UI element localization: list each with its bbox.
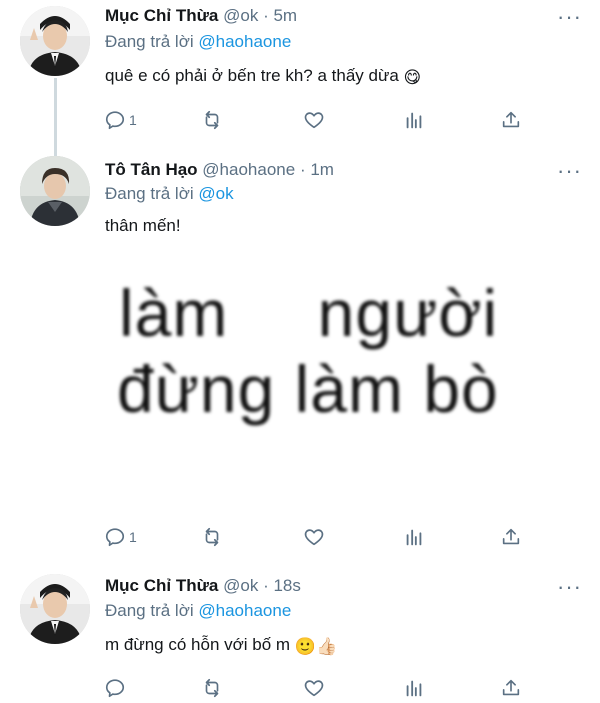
- replying-to: Đang trả lời @haohaone: [105, 32, 291, 52]
- tweet-header: Mục Chỉ Thừa @ok · 5m: [105, 6, 297, 26]
- media-text-line-1: làm người: [119, 276, 499, 351]
- reply-button[interactable]: 1: [104, 522, 137, 552]
- reply-icon: [105, 679, 125, 698]
- analytics-icon: [406, 112, 422, 129]
- like-button[interactable]: [303, 673, 325, 703]
- tweet-text: quê e có phải ở bến tre kh? a thấy dừa 😋: [105, 66, 421, 88]
- profile-photo-icon: [20, 574, 90, 644]
- reply-prefix: Đang trả lời: [105, 32, 194, 51]
- like-icon: [304, 680, 324, 697]
- reply-prefix: Đang trả lời: [105, 184, 194, 203]
- handle[interactable]: @ok: [223, 576, 258, 595]
- emoji: 🙂👍🏻: [294, 637, 338, 656]
- reply-mention-link[interactable]: @haohaone: [198, 601, 291, 620]
- display-name[interactable]: Mục Chỉ Thừa: [105, 576, 218, 595]
- retweet-button[interactable]: [201, 673, 223, 703]
- share-icon: [502, 111, 520, 128]
- timestamp[interactable]: 18s: [273, 576, 300, 595]
- share-button[interactable]: [500, 522, 522, 552]
- retweet-icon: [205, 527, 219, 547]
- reply-count: 1: [129, 529, 137, 545]
- tweet-text: thân mến!: [105, 216, 181, 236]
- like-icon: [304, 112, 324, 129]
- avatar[interactable]: [20, 574, 90, 644]
- media-text-line-2: đừng làm bò: [117, 352, 499, 426]
- profile-photo-icon: [20, 156, 90, 226]
- profile-photo-icon: [20, 6, 90, 76]
- share-icon: [502, 679, 520, 696]
- share-button[interactable]: [500, 105, 522, 135]
- analytics-button[interactable]: [403, 673, 425, 703]
- more-dots-icon[interactable]: ···: [557, 6, 582, 28]
- separator: ·: [263, 576, 269, 595]
- timestamp[interactable]: 5m: [273, 6, 297, 25]
- reply-icon: [105, 111, 125, 130]
- share-button[interactable]: [500, 673, 522, 703]
- share-icon: [502, 528, 520, 545]
- tweet-2[interactable]: Tô Tân Hạo @haohaone · 1m ··· Đang trả l…: [0, 150, 600, 570]
- reply-mention-link[interactable]: @haohaone: [198, 32, 291, 51]
- reply-prefix: Đang trả lời: [105, 601, 194, 620]
- replying-to: Đang trả lời @haohaone: [105, 601, 291, 621]
- display-name[interactable]: Tô Tân Hạo: [105, 160, 198, 179]
- tweet-header: Tô Tân Hạo @haohaone · 1m: [105, 160, 334, 180]
- separator: ·: [299, 160, 306, 179]
- reply-icon: [105, 528, 125, 547]
- analytics-icon: [406, 680, 422, 697]
- like-button[interactable]: [303, 105, 325, 135]
- action-bar: 1: [0, 522, 600, 552]
- analytics-button[interactable]: [403, 522, 425, 552]
- retweet-icon: [205, 678, 219, 698]
- action-bar: [0, 673, 600, 703]
- timestamp[interactable]: 1m: [310, 160, 334, 179]
- tweet-media-image[interactable]: làm người đừng làm bò: [105, 262, 545, 442]
- handle[interactable]: @ok: [223, 6, 258, 25]
- retweet-button[interactable]: [201, 105, 223, 135]
- replying-to: Đang trả lời @ok: [105, 184, 234, 204]
- tweet-text-content: m đừng có hỗn với bố m: [105, 635, 291, 654]
- retweet-button[interactable]: [201, 522, 223, 552]
- more-dots-icon[interactable]: ···: [557, 160, 582, 182]
- emoji: 😋: [403, 68, 422, 87]
- separator: ·: [263, 6, 269, 25]
- tweet-text: m đừng có hỗn với bố m 🙂👍🏻: [105, 635, 337, 657]
- tweet-text-content: thân mến!: [105, 216, 181, 235]
- action-bar: 1: [0, 105, 600, 135]
- tweet-1[interactable]: Mục Chỉ Thừa @ok · 5m ··· Đang trả lời @…: [0, 0, 600, 150]
- like-icon: [304, 529, 324, 546]
- analytics-icon: [406, 529, 422, 546]
- like-button[interactable]: [303, 522, 325, 552]
- retweet-icon: [205, 110, 219, 130]
- avatar[interactable]: [20, 156, 90, 226]
- reply-mention-link[interactable]: @ok: [198, 184, 233, 203]
- avatar[interactable]: [20, 6, 90, 76]
- reply-button[interactable]: [104, 673, 126, 703]
- reply-button[interactable]: 1: [104, 105, 137, 135]
- tweet-3[interactable]: Mục Chỉ Thừa @ok · 18s ··· Đang trả lời …: [0, 570, 600, 703]
- display-name[interactable]: Mục Chỉ Thừa: [105, 6, 218, 25]
- handle[interactable]: @haohaone: [202, 160, 295, 179]
- tweet-text-content: quê e có phải ở bến tre kh? a thấy dừa: [105, 66, 399, 85]
- more-dots-icon[interactable]: ···: [557, 576, 582, 598]
- analytics-button[interactable]: [403, 105, 425, 135]
- tweet-header: Mục Chỉ Thừa @ok · 18s: [105, 576, 301, 596]
- reply-count: 1: [129, 112, 137, 128]
